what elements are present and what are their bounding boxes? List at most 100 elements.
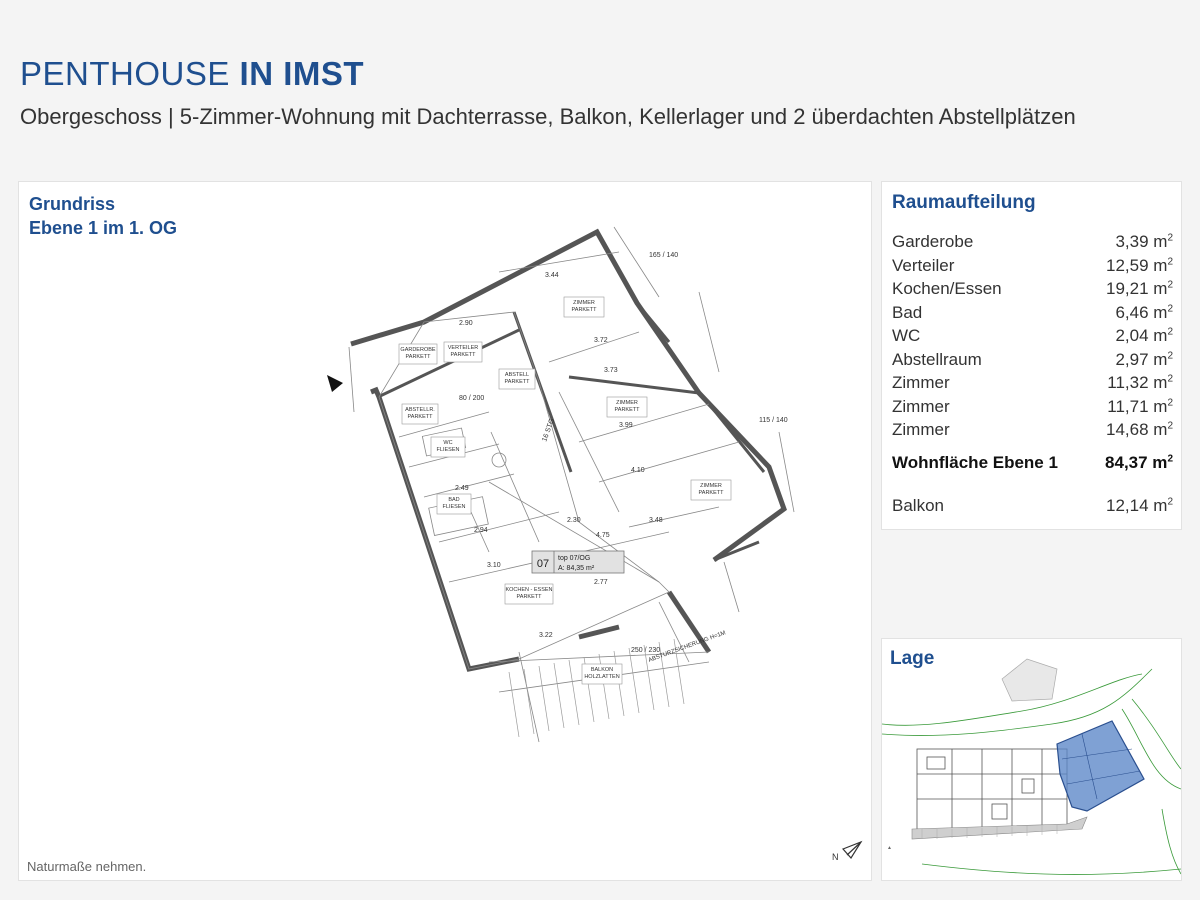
dim-7: 4.75	[596, 532, 610, 539]
room-area: 19,21 m2	[1106, 277, 1173, 301]
area-unit-exponent: 2	[1167, 349, 1173, 361]
page-title: PENTHOUSE IN IMST	[20, 56, 364, 92]
room-row: Bad 6,46 m2	[892, 301, 1173, 325]
label-kochen: KOCHEN - ESSEN	[505, 587, 552, 593]
label-parkett-1: PARKETT	[406, 354, 432, 360]
dim-1: 3.44	[545, 272, 559, 279]
label-garderobe: GARDEROBE	[400, 347, 435, 353]
room-name: Zimmer	[892, 396, 950, 416]
room-name: Zimmer	[892, 373, 950, 392]
room-name: Balkon	[892, 496, 944, 515]
label-parkett-3: PARKETT	[408, 414, 434, 420]
title-light: PENTHOUSE	[20, 55, 230, 92]
floor-plan-panel: Grundriss Ebene 1 im 1. OG GARDEROBE PAR…	[18, 181, 872, 881]
room-list: Garderobe 3,39 m2 Verteiler 12,59 m2 Kochen/…	[892, 230, 1173, 518]
room-area: 11,32 m2	[1107, 371, 1173, 395]
room-name: Wohnfläche Ebene 1	[892, 452, 1058, 472]
room-row: Garderobe 3,39 m2	[892, 230, 1173, 254]
area-unit-exponent: 2	[1167, 302, 1173, 314]
room-schedule-panel: Raumaufteilung Garderobe 3,39 m2 Verteiler…	[881, 181, 1182, 530]
location-panel: Lage ▲	[881, 638, 1182, 881]
label-parkett-4: PARKETT	[505, 379, 531, 385]
dim-13: 165 / 140	[649, 252, 678, 259]
dim-17: 2.49	[455, 485, 469, 492]
label-verteiler: VERTEILER	[448, 345, 478, 351]
entry-arrow-icon	[327, 375, 343, 392]
apartment-highlight	[1056, 720, 1145, 812]
room-area-value: 3,39 m	[1115, 232, 1168, 251]
north-label: N	[832, 852, 839, 862]
dim-8: 3.22	[539, 632, 553, 639]
room-row: WC 2,04 m2	[892, 324, 1173, 348]
area-unit-exponent: 2	[1167, 496, 1173, 508]
area-unit-exponent: 2	[1167, 279, 1173, 291]
area-unit-exponent: 2	[1167, 452, 1173, 464]
room-schedule-title: Raumaufteilung	[892, 192, 1036, 213]
room-total-row: Wohnfläche Ebene 1 84,37 m2	[892, 451, 1173, 475]
room-area: 11,71 m2	[1107, 395, 1173, 419]
dim-15: 250 / 230	[631, 647, 660, 654]
room-area-value: 19,21 m	[1106, 279, 1168, 298]
top-label: top 07/OG	[558, 555, 590, 562]
top-number: 07	[537, 558, 549, 570]
area-unit-exponent: 2	[1167, 396, 1173, 408]
label-parkett-2: PARKETT	[451, 352, 477, 358]
room-area-value: 12,59 m	[1106, 255, 1168, 275]
room-row: Verteiler 12,59 m2	[892, 254, 1173, 278]
svg-text:▲: ▲	[887, 845, 892, 851]
dim-4: 3.99	[619, 422, 633, 429]
room-name: WC	[892, 326, 921, 345]
room-name: Kochen/Essen	[892, 279, 1002, 298]
note-text: Naturmaße nehmen.	[27, 859, 147, 874]
room-area: 14,68 m2	[1106, 418, 1173, 442]
dim-14: 115 / 140	[759, 417, 788, 424]
page-header: PENTHOUSE IN IMST	[20, 56, 364, 92]
site-plan-drawing: ▲	[882, 658, 1181, 875]
area-unit-exponent: 2	[1167, 326, 1173, 338]
area-unit-exponent: 2	[1167, 420, 1173, 432]
dim-6: 2.30	[567, 517, 581, 524]
room-row: Zimmer 14,68 m2	[892, 418, 1173, 442]
label-parkett-5: PARKETT	[572, 307, 598, 313]
kitchen-south-wall	[578, 624, 620, 640]
room-area: 12,14 m2	[1106, 494, 1173, 518]
label-zimmer-1: ZIMMER	[573, 300, 595, 306]
room-name: Verteiler	[892, 255, 955, 275]
label-balkon: BALKON	[591, 667, 613, 673]
top-area: A: 84,35 m²	[558, 565, 595, 572]
label-wc: WC	[443, 440, 452, 446]
stair-label: 16 STG	[541, 418, 556, 443]
room-area: 2,04 m2	[1115, 324, 1173, 348]
label-holzlatten: HOLZLATTEN	[584, 674, 619, 680]
room-area-value: 14,68 m	[1106, 420, 1168, 439]
label-fliesen-1: FLIESEN	[437, 447, 460, 453]
room-area-value: 11,32 m	[1107, 373, 1168, 392]
area-unit-exponent: 2	[1167, 232, 1173, 244]
title-bold: IN IMST	[239, 55, 365, 92]
room-area: 12,59 m2	[1106, 254, 1173, 278]
label-abstell: ABSTELL	[505, 372, 529, 378]
label-parkett-8: PARKETT	[517, 594, 543, 600]
room-row: Zimmer 11,71 m2	[892, 395, 1173, 419]
floor-plan-drawing: GARDEROBE PARKETT VERTEILER PARKETT ABST…	[327, 226, 863, 862]
north-arrow-icon	[841, 840, 863, 859]
room-area-value: 12,14 m	[1106, 496, 1168, 515]
dim-12: 80 / 200	[459, 395, 484, 402]
room-name: Bad	[892, 302, 923, 322]
room-area: 6,46 m2	[1115, 301, 1173, 325]
area-unit-exponent: 2	[1167, 373, 1173, 385]
dim-18: 3.48	[649, 517, 663, 524]
room-area: 3,39 m2	[1115, 230, 1173, 254]
room-partition-1	[635, 302, 671, 343]
room-balkon-row: Balkon 12,14 m2	[892, 494, 1173, 518]
area-unit-exponent: 2	[1167, 255, 1173, 267]
dim-11: 2.77	[594, 579, 608, 586]
room-area-value: 11,71 m	[1107, 396, 1168, 416]
label-abstellr: ABSTELLR.	[405, 407, 435, 413]
room-area-value: 2,97 m	[1115, 349, 1168, 369]
dim-9: 3.10	[487, 562, 501, 569]
label-parkett-6: PARKETT	[615, 407, 641, 413]
room-name: Zimmer	[892, 420, 950, 439]
room-area-value: 6,46 m	[1115, 302, 1168, 322]
dim-5: 4.10	[631, 467, 645, 474]
